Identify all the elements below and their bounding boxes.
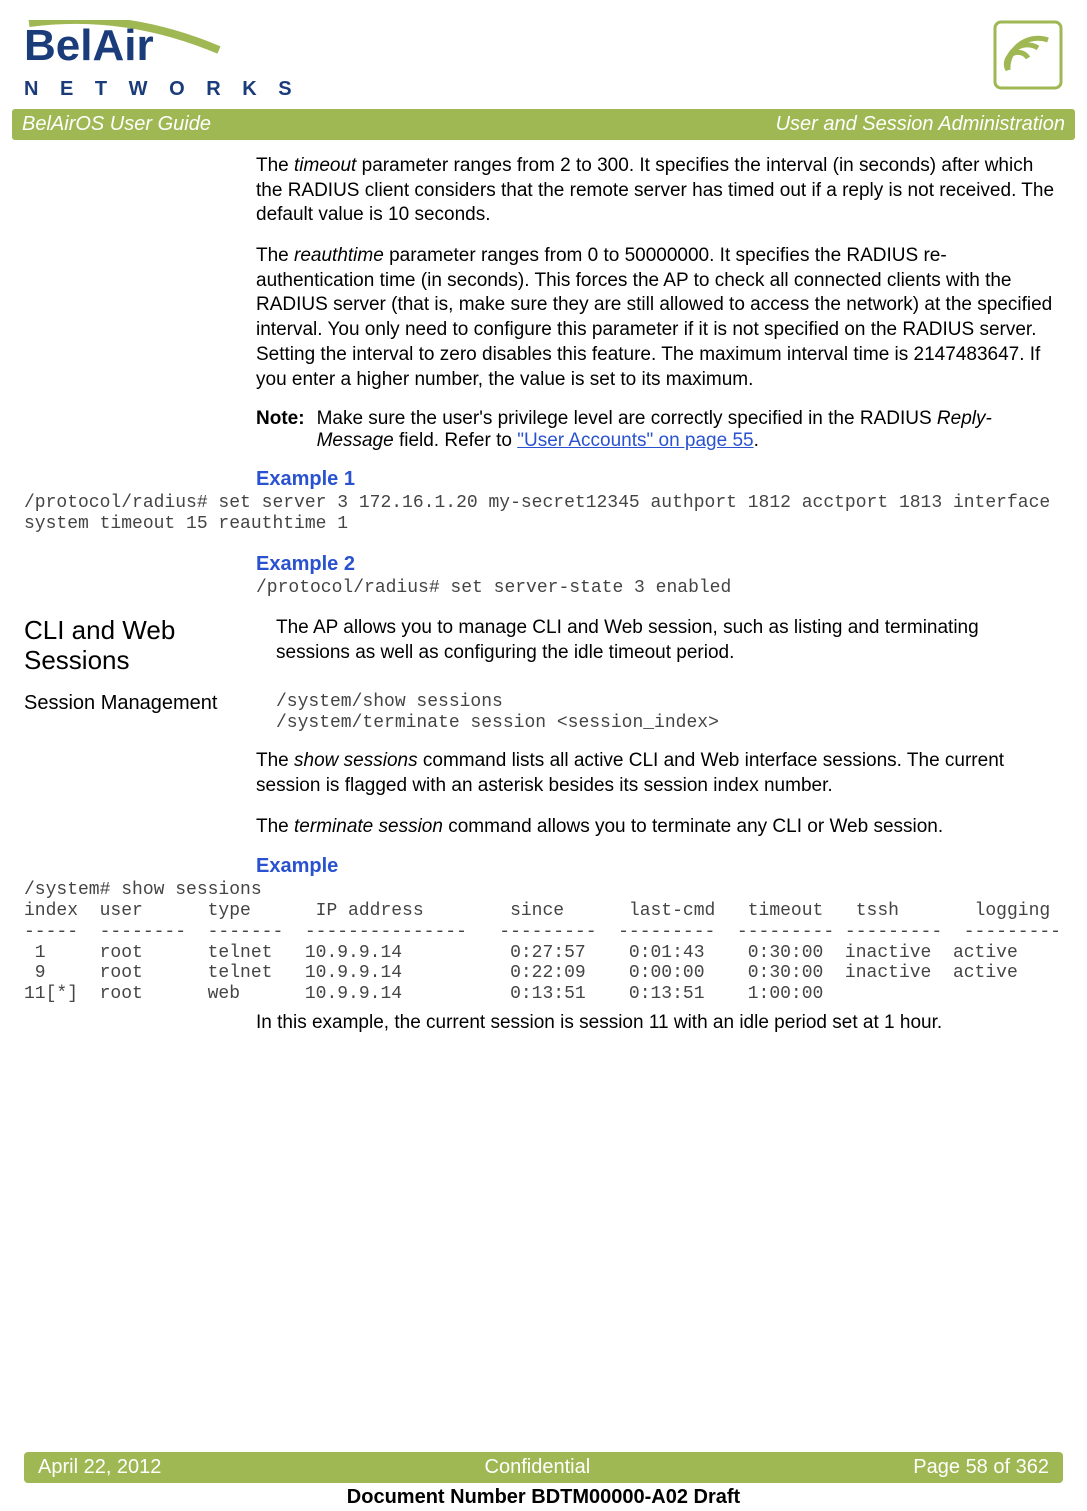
header-right: User and Session Administration — [776, 113, 1065, 136]
document-number: Document Number BDTM00000-A02 Draft — [0, 1486, 1087, 1509]
header-bar: BelAirOS User Guide User and Session Adm… — [12, 109, 1075, 140]
user-accounts-link[interactable]: "User Accounts" on page 55 — [517, 430, 753, 451]
note-block: Note: Make sure the user's privilege lev… — [256, 408, 1055, 452]
belair-swoosh-icon: BelAir — [24, 20, 224, 76]
header-left: BelAirOS User Guide — [22, 113, 211, 136]
paragraph-timeout: The timeout parameter ranges from 2 to 3… — [256, 154, 1055, 228]
wireless-stamp-icon — [993, 20, 1063, 90]
example-1-header: Example 1 — [256, 468, 1055, 491]
paragraph-show-sessions: The show sessions command lists all acti… — [256, 749, 1055, 798]
example-3-header: Example — [256, 855, 1055, 878]
paragraph-reauthtime: The reauthtime parameter ranges from 0 t… — [256, 244, 1055, 392]
belair-logo: BelAir N E T W O R K S — [24, 20, 300, 101]
footer-page: Page 58 of 362 — [913, 1456, 1049, 1479]
footer-date: April 22, 2012 — [38, 1456, 161, 1479]
paragraph-example-explain: In this example, the current session is … — [256, 1011, 1055, 1036]
example-1-command: /protocol/radius# set server 3 172.16.1.… — [24, 493, 1063, 534]
subsection-session-mgmt: Session Management — [24, 692, 256, 715]
networks-text: N E T W O R K S — [24, 78, 300, 101]
section-intro: The AP allows you to manage CLI and Web … — [276, 616, 1055, 665]
paragraph-terminate-session: The terminate session command allows you… — [256, 815, 1055, 840]
footer-confidential: Confidential — [485, 1456, 591, 1479]
note-label: Note: — [256, 408, 305, 452]
example-2-header: Example 2 — [256, 553, 1055, 576]
footer-bar: April 22, 2012 Confidential Page 58 of 3… — [24, 1452, 1063, 1483]
example-3-output: /system# show sessions index user type I… — [24, 880, 1063, 1004]
note-body: Make sure the user's privilege level are… — [317, 408, 1055, 452]
example-2-command: /protocol/radius# set server-state 3 ena… — [256, 578, 1055, 599]
section-title-cli-web: CLI and Web Sessions — [24, 616, 256, 676]
header-logos: BelAir N E T W O R K S — [24, 20, 1063, 101]
session-mgmt-commands: /system/show sessions /system/terminate … — [276, 692, 1055, 733]
